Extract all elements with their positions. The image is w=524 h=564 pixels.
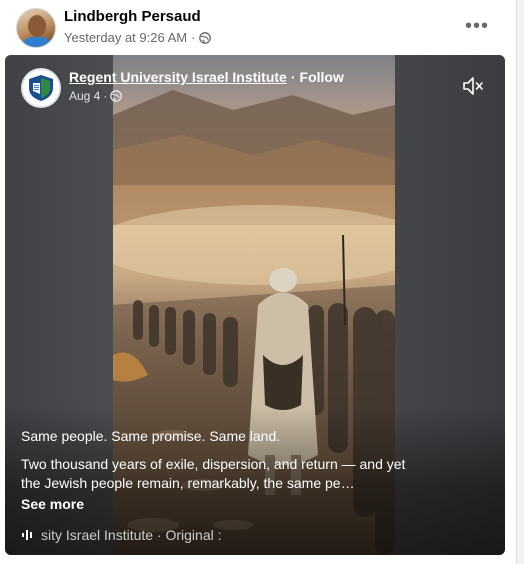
author-avatar[interactable] [16, 8, 56, 48]
reel-page-header: Regent University Israel Institute · Follo… [69, 69, 344, 85]
post-header: Lindbergh Persaud Yesterday at 9:26 AM ·… [16, 6, 516, 52]
post-card: Lindbergh Persaud Yesterday at 9:26 AM ·… [0, 0, 517, 564]
follow-button[interactable]: Follow [300, 69, 344, 85]
more-options-button[interactable]: ••• [462, 15, 492, 37]
date-separator: · [103, 89, 108, 103]
reel-date-text[interactable]: Aug 4 [69, 89, 100, 103]
see-more-link[interactable]: See more [21, 496, 84, 512]
reel-caption: Same people. Same promise. Same land. Tw… [21, 427, 421, 493]
caption-headline: Same people. Same promise. Same land. [21, 428, 281, 444]
audio-bars-icon [22, 530, 32, 540]
speaker-muted-icon[interactable] [461, 75, 485, 97]
globe-icon[interactable] [199, 31, 212, 44]
meta-separator: · [191, 30, 196, 45]
audio-source-text[interactable]: sity Israel Institute · Original : [41, 527, 222, 543]
shield-logo-icon[interactable] [21, 68, 61, 108]
post-meta: Yesterday at 9:26 AM · [64, 30, 212, 45]
avatar-shirt [21, 37, 53, 47]
page-name-link[interactable]: Regent University Israel Institute [69, 69, 287, 85]
post-timestamp[interactable]: Yesterday at 9:26 AM [64, 30, 187, 45]
reel-date: Aug 4 · [69, 89, 123, 103]
author-name[interactable]: Lindbergh Persaud [64, 8, 201, 25]
caption-body: Two thousand years of exile, dispersion,… [21, 456, 406, 491]
avatar-face [28, 15, 46, 37]
name-separator: · [290, 69, 296, 85]
reel-video[interactable]: Regent University Israel Institute · Follo… [5, 55, 505, 555]
globe-icon[interactable] [110, 90, 123, 102]
audio-attribution[interactable]: sity Israel Institute · Original : [21, 525, 222, 545]
